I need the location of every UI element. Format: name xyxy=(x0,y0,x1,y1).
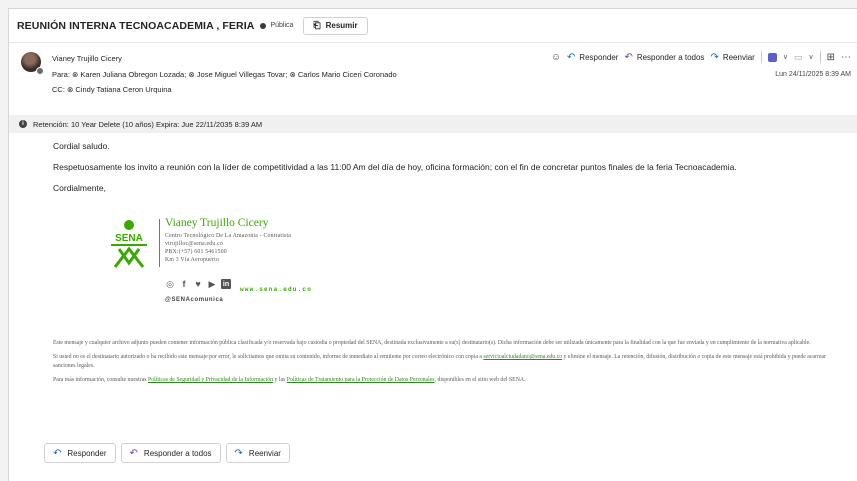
reply-all-icon: ↶ xyxy=(129,447,138,459)
divider xyxy=(760,51,762,63)
visibility-dot-icon xyxy=(260,22,267,29)
reply-all-button[interactable]: ↶ Responder a todos xyxy=(624,52,704,63)
signature-details: Centro Tecnológico De La Amazonia - Cont… xyxy=(165,232,291,264)
to-line: Para: ⊗ Karen Juliana Obregon Lozada; ⊗ … xyxy=(52,70,397,79)
retention-bar: i Retención: 10 Year Delete (10 años) Ex… xyxy=(9,115,857,133)
forward-button[interactable]: ↷ Reenviar xyxy=(710,52,754,63)
body-paragraph: Respetuosamente los invito a reunión con… xyxy=(53,162,737,172)
instagram-icon[interactable]: ◎ xyxy=(165,279,175,289)
forward-label: Reenviar xyxy=(722,52,755,62)
twitter-icon[interactable]: ♥ xyxy=(193,279,203,289)
disclaimer-text: y las xyxy=(273,377,287,383)
divider xyxy=(819,51,821,63)
greeting: Cordial saludo. xyxy=(53,141,110,151)
recipient-icon: ⊗ xyxy=(289,70,298,79)
to-label: Para: xyxy=(52,70,70,79)
linkedin-icon[interactable]: in xyxy=(221,279,231,289)
reply-icon: ↶ xyxy=(53,447,62,459)
footer-reply-all-label: Responder a todos xyxy=(143,448,212,458)
retention-text: Retención: 10 Year Delete (10 años) Expi… xyxy=(33,119,263,129)
disclaimer-text: , disponibles en el sitio web del SENA. xyxy=(434,377,526,383)
reply-button[interactable]: ↶ Responder xyxy=(567,52,619,63)
signature-name: Vianey Trujillo Cicery xyxy=(165,217,269,229)
disclaimer-paragraph-1: Este mensaje y cualquier archivo adjunto… xyxy=(53,340,811,346)
emoji-react-icon[interactable]: ☺ xyxy=(551,52,561,63)
signature-email[interactable]: vtrujilloc@sena.edu.co xyxy=(165,240,291,248)
message-reading-pane: REUNIÓN INTERNA TECNOACADEMIA , FERIA Pú… xyxy=(8,8,857,481)
disclaimer-text: Si usted no es el destinatario autorizad… xyxy=(53,354,484,360)
summarize-button[interactable]: ⎗ Resumir xyxy=(303,16,368,35)
signature-line: Km 3 Vía Aeropuerto xyxy=(165,257,220,263)
info-icon: i xyxy=(19,120,27,128)
signature-line: PBX:(+57) 601 5461500 xyxy=(165,249,227,255)
message-date: Lun 24/11/2025 8:39 AM xyxy=(775,71,851,78)
signature-line: Centro Tecnológico De La Amazonia - Cont… xyxy=(165,233,292,239)
presence-badge-icon xyxy=(36,67,44,75)
reply-label: Responder xyxy=(579,52,619,62)
email-signature: SENA Vianey Trujillo Cicery Centro Tecno… xyxy=(53,217,857,327)
disclaimer-text: Para más información, consulte nuestras xyxy=(53,377,148,383)
youtube-icon[interactable]: ▶ xyxy=(207,279,217,289)
citizen-service-email-link[interactable]: servicioalciudadano@sena.edu.co xyxy=(483,354,562,360)
facebook-icon[interactable]: f xyxy=(179,279,189,289)
security-policy-link[interactable]: Políticas de Seguridad y Privacidad de l… xyxy=(148,377,273,383)
closing: Cordialmente, xyxy=(53,183,106,193)
reply-icon: ↶ xyxy=(566,51,576,63)
cc-recipient-1[interactable]: Cindy Tatiana Ceron Urquina xyxy=(75,85,171,94)
recipient-2[interactable]: Jose Miguel Villegas Tovar; xyxy=(197,70,288,79)
forward-icon: ↷ xyxy=(234,447,243,459)
message-actions: ☺ ↶ Responder ↶ Responder a todos ↷ Reenvia… xyxy=(551,51,851,63)
more-options-icon[interactable]: ⋯ xyxy=(841,52,851,63)
signature-divider xyxy=(159,219,160,267)
social-handle: @SENAcomunica xyxy=(165,297,224,303)
summarize-icon: ⎗ xyxy=(313,20,321,30)
cc-label: CC: xyxy=(52,85,65,94)
message-body: Cordial saludo. Respetuosamente los invi… xyxy=(9,133,857,327)
tag-icon[interactable]: ▭ xyxy=(794,52,803,63)
footer-reply-button[interactable]: ↶ Responder xyxy=(44,443,116,463)
reply-all-icon: ↶ xyxy=(624,51,633,63)
legal-disclaimer: Este mensaje y cualquier archivo adjunto… xyxy=(9,327,857,385)
message-header: Vianey Trujillo Cicery Para: ⊗ Karen Jul… xyxy=(9,43,857,115)
message-subject: REUNIÓN INTERNA TECNOACADEMIA , FERIA xyxy=(17,19,255,32)
sena-logo-text: SENA xyxy=(115,233,143,244)
sender-name[interactable]: Vianey Trujillo Cicery xyxy=(52,54,122,63)
data-policy-link[interactable]: Políticas de Tratamiento para la Protecc… xyxy=(287,377,435,383)
website-link[interactable]: www.sena.edu.co xyxy=(240,286,312,293)
summarize-label: Resumir xyxy=(325,21,358,30)
disclaimer-paragraph-3: Para más información, consulte nuestras … xyxy=(53,376,847,385)
cc-line: CC: ⊗ Cindy Tatiana Ceron Urquina xyxy=(52,85,172,94)
forward-icon: ↷ xyxy=(710,51,719,63)
recipient-3[interactable]: Carlos Mario Ciceri Coronado xyxy=(298,70,397,79)
reply-all-label: Responder a todos xyxy=(636,52,705,62)
subject-bar: REUNIÓN INTERNA TECNOACADEMIA , FERIA Pú… xyxy=(9,9,857,43)
disclaimer-paragraph-2: Si usted no es el destinatario autorizad… xyxy=(53,353,847,371)
immersive-reader-icon[interactable]: ⊞ xyxy=(827,52,835,63)
footer-reply-all-button[interactable]: ↶ Responder a todos xyxy=(120,443,221,463)
teams-share-icon[interactable] xyxy=(767,52,777,62)
footer-actions: ↶ Responder ↶ Responder a todos ↷ Reenviar xyxy=(44,443,290,463)
chevron-down-icon[interactable]: ∨ xyxy=(808,53,813,61)
chevron-down-icon[interactable]: ∨ xyxy=(783,53,788,61)
footer-forward-label: Reenviar xyxy=(248,448,281,458)
sena-logo-icon: SENA xyxy=(111,220,147,268)
social-links: ◎ f ♥ ▶ in xyxy=(165,279,231,289)
footer-reply-label: Responder xyxy=(67,448,107,458)
recipient-1[interactable]: Karen Juliana Obregon Lozada; xyxy=(80,70,186,79)
visibility-label: Pública xyxy=(270,22,294,29)
recipient-icon: ⊗ xyxy=(188,70,197,79)
footer-forward-button[interactable]: ↷ Reenviar xyxy=(225,443,290,463)
